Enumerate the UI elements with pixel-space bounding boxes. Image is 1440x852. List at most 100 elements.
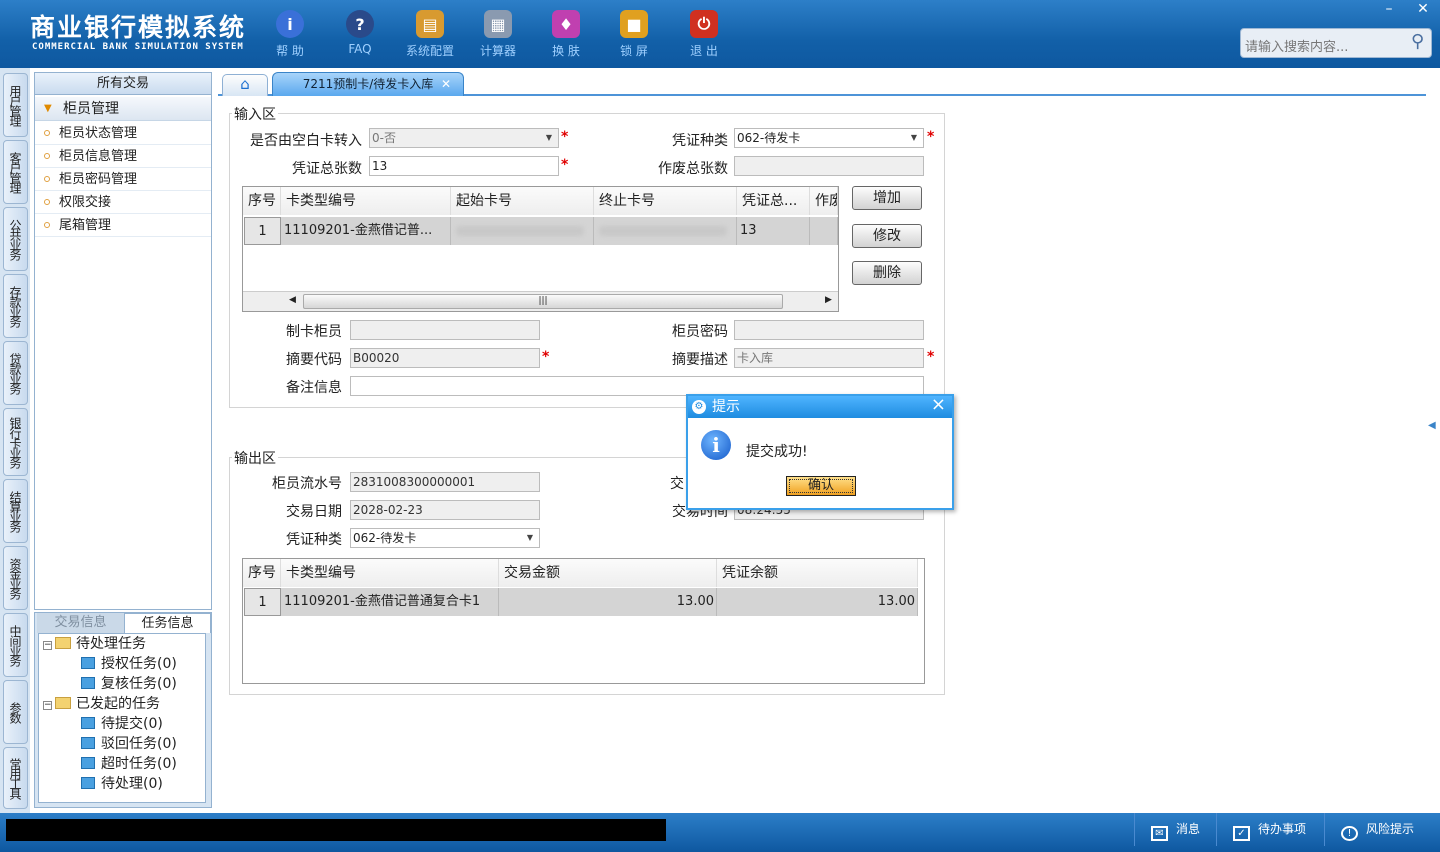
blank-card-select[interactable]: 0-否 ▼ — [369, 128, 559, 148]
home-tab[interactable]: ⌂ — [222, 74, 268, 96]
nav-intermediary-business[interactable]: 中间业务 — [3, 613, 28, 677]
grid-header: 终止卡号 — [594, 187, 737, 215]
menu-item-permission-handover[interactable]: 权限交接 — [35, 191, 211, 214]
summary-code-input[interactable]: B00020 — [350, 348, 540, 368]
exit-button[interactable]: ⏻ 退 出 — [674, 6, 734, 62]
output-voucher-type-label: 凭证种类 — [286, 532, 342, 548]
tab-card-storage[interactable]: 7211预制卡/待发卡入库 ✕ — [272, 72, 464, 96]
nav-bank-card-business[interactable]: 银行卡业务 — [3, 408, 28, 476]
nav-public-business[interactable]: 公共业务 — [3, 207, 28, 271]
grid-header: 起始卡号 — [451, 187, 594, 215]
tree-leaf[interactable]: 驳回任务(0) — [39, 734, 205, 754]
trade-date-input[interactable]: 2028-02-23 — [350, 500, 540, 520]
horizontal-scrollbar[interactable]: ◀ ||| ▶ — [243, 291, 838, 311]
risk-alert-button[interactable]: ! 风险提示 — [1324, 813, 1440, 846]
help-button[interactable]: i帮 助 — [260, 6, 320, 62]
nav-customer-mgmt[interactable]: 客户管理 — [3, 140, 28, 204]
menu-item-teller-password[interactable]: 柜员密码管理 — [35, 168, 211, 191]
menu-item-tail-box[interactable]: 尾箱管理 — [35, 214, 211, 237]
nav-user-mgmt[interactable]: 用户管理 — [3, 73, 28, 137]
system-config-button[interactable]: ▤ 系统配置 — [400, 6, 460, 62]
table-cell-blurred[interactable] — [594, 217, 737, 245]
dropdown-arrow-icon: ▼ — [910, 133, 918, 142]
void-total-input[interactable] — [734, 156, 924, 176]
faq-button[interactable]: ? FAQ — [330, 6, 390, 62]
task-tree: − 待处理任务 授权任务(0) 复核任务(0) − 已发起的任务 待提交(0) 驳回… — [38, 633, 206, 803]
search-input[interactable]: 请输入搜索内容... ⚲ — [1240, 28, 1432, 58]
modify-button[interactable]: 修改 — [852, 224, 922, 248]
table-cell[interactable]: 11109201-金燕借记普通复合卡1 — [281, 588, 499, 616]
minimize-button[interactable]: – — [1372, 0, 1406, 20]
summary-desc-input[interactable]: 卡入库 — [734, 348, 924, 368]
menu-item-teller-info[interactable]: 柜员信息管理 — [35, 145, 211, 168]
confirm-button[interactable]: 确认 — [786, 476, 856, 496]
todo-button[interactable]: ✓ 待办事项 — [1216, 813, 1324, 846]
close-window-button[interactable]: ✕ — [1406, 0, 1440, 20]
dialog-close-icon[interactable]: × — [931, 394, 946, 416]
toolbox-icon: ▤ — [416, 10, 444, 38]
table-cell[interactable]: 1 — [244, 588, 281, 616]
tree-node-initiated[interactable]: − 已发起的任务 — [39, 694, 205, 714]
scroll-right-icon[interactable]: ▶ — [825, 295, 832, 305]
nav-loan-business[interactable]: 贷款业务 — [3, 341, 28, 405]
table-cell-blurred[interactable] — [451, 217, 594, 245]
collapse-handle-icon[interactable]: ◀ — [1428, 420, 1436, 460]
table-cell[interactable]: 13 — [737, 217, 810, 245]
trade-code-label: 交 — [670, 476, 684, 492]
add-button[interactable]: 增加 — [852, 186, 922, 210]
calculator-button[interactable]: ▦ 计算器 — [468, 6, 528, 62]
tab-task-info[interactable]: 任务信息 — [124, 613, 211, 633]
power-icon: ⏻ — [690, 10, 718, 38]
skin-button[interactable]: ♦ 换 肤 — [536, 6, 596, 62]
teller-password-label: 柜员密码 — [672, 324, 728, 340]
tree-node-pending[interactable]: − 待处理任务 — [39, 634, 205, 654]
delete-button[interactable]: 删除 — [852, 261, 922, 285]
nav-common-tools[interactable]: 常用工具 — [3, 747, 28, 809]
grid-header: 凭证总... — [737, 187, 810, 215]
table-cell[interactable]: 13.00 — [717, 588, 918, 616]
voucher-total-input[interactable]: 13 — [369, 156, 559, 176]
scroll-thumb[interactable]: ||| — [303, 294, 783, 309]
card-input-grid: 序号 卡类型编号 起始卡号 终止卡号 凭证总... 作废 1 11109201-… — [242, 186, 839, 312]
table-cell[interactable]: 13.00 — [499, 588, 717, 616]
collapse-icon[interactable]: − — [43, 641, 52, 650]
search-icon[interactable]: ⚲ — [1411, 31, 1424, 52]
status-bar: ✉ 消息 ✓ 待办事项 ! 风险提示 — [0, 813, 1440, 852]
maker-input[interactable] — [350, 320, 540, 340]
all-transactions-header[interactable]: 所有交易 — [35, 73, 211, 95]
tree-leaf[interactable]: 待提交(0) — [39, 714, 205, 734]
serial-input[interactable]: 2831008300000001 — [350, 472, 540, 492]
remark-input[interactable] — [350, 376, 924, 396]
tree-leaf[interactable]: 授权任务(0) — [39, 654, 205, 674]
output-voucher-type-select[interactable]: 062-待发卡 ▼ — [350, 528, 540, 548]
voucher-type-select[interactable]: 062-待发卡 ▼ — [734, 128, 924, 148]
tree-leaf[interactable]: 超时任务(0) — [39, 754, 205, 774]
table-cell[interactable]: 1 — [244, 217, 281, 245]
file-icon — [81, 657, 95, 669]
nav-deposit-business[interactable]: 存款业务 — [3, 274, 28, 338]
bullet-icon — [44, 222, 50, 228]
menu-item-teller-status[interactable]: 柜员状态管理 — [35, 122, 211, 145]
nav-parameters[interactable]: 参数 — [3, 680, 28, 744]
scroll-left-icon[interactable]: ◀ — [289, 295, 296, 305]
table-cell[interactable]: 11109201-金燕借记普... — [281, 217, 451, 245]
tree-leaf[interactable]: 待处理(0) — [39, 774, 205, 794]
teller-management-group[interactable]: ▼ 柜员管理 — [35, 97, 211, 121]
grid-header: 交易金额 — [499, 559, 717, 587]
collapse-icon[interactable]: − — [43, 701, 52, 710]
tree-leaf[interactable]: 复核任务(0) — [39, 674, 205, 694]
lock-screen-button[interactable]: ■ 锁 屏 — [604, 6, 664, 62]
table-cell[interactable] — [810, 217, 838, 245]
grid-header: 序号 — [243, 187, 281, 215]
close-tab-icon[interactable]: ✕ — [441, 73, 451, 95]
nav-fund-business[interactable]: 资金业务 — [3, 546, 28, 610]
required-mark: * — [927, 349, 935, 365]
file-icon — [81, 737, 95, 749]
voucher-total-label: 凭证总张数 — [292, 161, 362, 177]
messages-button[interactable]: ✉ 消息 — [1134, 813, 1226, 846]
teller-password-input[interactable] — [734, 320, 924, 340]
tab-transaction-info[interactable]: 交易信息 — [37, 613, 124, 633]
bullet-icon — [44, 130, 50, 136]
remark-label: 备注信息 — [286, 380, 342, 396]
nav-settlement-business[interactable]: 结算业务 — [3, 479, 28, 543]
